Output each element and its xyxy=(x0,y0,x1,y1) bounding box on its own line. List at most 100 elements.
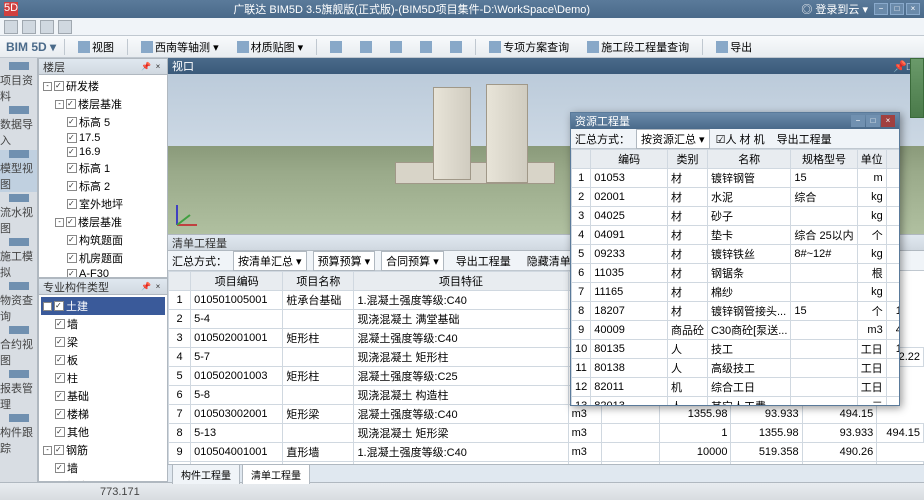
tree-row[interactable]: 板 xyxy=(41,351,165,369)
floors-tree[interactable]: -研发楼-楼层基准标高 517.516.9标高 1标高 2室外地坪-楼层基准构筑… xyxy=(39,75,167,277)
checkbox[interactable] xyxy=(55,391,65,401)
res-filter[interactable]: ☑人 材 机 xyxy=(716,131,765,147)
tree-row[interactable]: 机房题面 xyxy=(41,249,165,267)
nav-item[interactable]: 物资查询 xyxy=(0,282,37,324)
table-row[interactable]: 7010503002001矩形梁混凝土强度等级:C40m31355.9893.9… xyxy=(169,405,924,424)
plan-query-button[interactable]: 专项方案查询 xyxy=(484,36,574,58)
tree-row[interactable]: 16.9 xyxy=(41,145,165,159)
tree-row[interactable]: 构筑题面 xyxy=(41,231,165,249)
checkbox[interactable] xyxy=(66,217,76,227)
col-header[interactable]: 类别 xyxy=(667,150,707,169)
checkbox[interactable] xyxy=(54,445,64,455)
checkbox[interactable] xyxy=(67,181,77,191)
checkbox[interactable] xyxy=(55,463,65,473)
tree-row[interactable]: -钢筋 xyxy=(41,441,165,459)
tree-row[interactable]: -楼层基准 xyxy=(41,95,165,113)
qty-dd2[interactable]: 预算预算 ▾ xyxy=(313,251,376,271)
right-side-tab[interactable] xyxy=(910,58,924,118)
tool-1[interactable] xyxy=(325,38,347,56)
checkbox[interactable] xyxy=(67,147,77,157)
panel-pin-icon[interactable]: 📌 xyxy=(141,62,151,72)
col-header[interactable]: 工程量 xyxy=(886,150,899,169)
tree-row[interactable]: 楼梯 xyxy=(41,405,165,423)
table-row[interactable]: 304025材砂子kg683.0440.0427.32 xyxy=(572,207,900,226)
nav-item[interactable]: 合约视图 xyxy=(0,326,37,368)
tree-row[interactable]: 墙 xyxy=(41,459,165,477)
view-button[interactable]: 视图 xyxy=(73,36,119,58)
checkbox[interactable] xyxy=(54,81,64,91)
table-row[interactable]: 1180138人高级技工工日14.5644806990.72 xyxy=(572,359,900,378)
tree-row[interactable]: 标高 5 xyxy=(41,113,165,131)
col-header[interactable]: 单位 xyxy=(857,150,886,169)
checkbox[interactable] xyxy=(67,133,77,143)
table-row[interactable]: 1382013人其它人工费元67.628167.63 xyxy=(572,397,900,406)
tree-row[interactable]: 梁 xyxy=(41,333,165,351)
table-row[interactable]: 85-13现浇混凝土 矩形梁m311355.9893.933494.15 xyxy=(169,424,924,443)
bottom-tab[interactable]: 清单工程量 xyxy=(242,464,310,484)
table-row[interactable]: 101053材镀锌钢管15m862.2593.993440.41 xyxy=(572,169,900,188)
checkbox[interactable] xyxy=(67,269,77,277)
col-header[interactable]: 规格型号 xyxy=(791,150,857,169)
resource-grid[interactable]: 编码类别名称规格型号单位工程量单价合价(元)101053材镀锌钢管15m862.… xyxy=(571,149,899,405)
col-header[interactable] xyxy=(572,150,591,169)
fw-min-icon[interactable]: − xyxy=(851,115,865,127)
tool-2[interactable] xyxy=(355,38,377,56)
checkbox[interactable] xyxy=(67,117,77,127)
res-export-button[interactable]: 导出工程量 xyxy=(771,130,836,148)
table-row[interactable]: 711165材棉纱kg19.4434.6790.8 xyxy=(572,283,900,302)
export-button[interactable]: 导出 xyxy=(711,36,757,58)
checkbox[interactable] xyxy=(67,235,77,245)
tree-row[interactable]: 门窗洞 xyxy=(41,477,165,481)
nav-item[interactable]: 数据导入 xyxy=(0,106,37,148)
checkbox[interactable] xyxy=(67,163,77,173)
cloud-login[interactable]: ◎ 登录到云 ▾ xyxy=(801,1,868,17)
expand-icon[interactable]: - xyxy=(43,446,52,455)
checkbox[interactable] xyxy=(55,427,65,437)
checkbox[interactable] xyxy=(54,301,64,311)
table-row[interactable]: 9010504001001直形墙1.混凝土强度等级:C40m310000519.… xyxy=(169,443,924,462)
checkbox[interactable] xyxy=(55,409,65,419)
expand-icon[interactable]: - xyxy=(55,218,64,227)
menu-icon-2[interactable] xyxy=(22,20,36,34)
table-row[interactable]: 940009商品砼C30商砼[泵送...m34831.7134101981002… xyxy=(572,321,900,340)
table-row[interactable]: 202001材水泥综合kg113.2770.3741.91 xyxy=(572,188,900,207)
fw-max-icon[interactable]: □ xyxy=(866,115,880,127)
tree-row[interactable]: 标高 1 xyxy=(41,159,165,177)
tree-row[interactable]: -土建 xyxy=(41,297,165,315)
bottom-tab[interactable]: 构件工程量 xyxy=(172,464,240,484)
col-header[interactable]: 名称 xyxy=(707,150,790,169)
tree-row[interactable]: 墙 xyxy=(41,315,165,333)
menu-icon-4[interactable] xyxy=(58,20,72,34)
tree-row[interactable]: A-F30 xyxy=(41,267,165,277)
col-header[interactable]: 项目编码 xyxy=(191,272,283,291)
tool-5[interactable] xyxy=(445,38,467,56)
res-dd[interactable]: 按资源汇总 ▾ xyxy=(636,129,710,149)
checkbox[interactable] xyxy=(55,319,65,329)
checkbox[interactable] xyxy=(55,355,65,365)
checkbox[interactable] xyxy=(67,199,77,209)
expand-icon[interactable]: - xyxy=(55,100,64,109)
panel-pin-icon[interactable]: 📌 xyxy=(893,61,907,73)
nav-item[interactable]: 模型视图 xyxy=(0,150,37,192)
tree-row[interactable]: 室外地坪 xyxy=(41,195,165,213)
panel-close-icon[interactable]: × xyxy=(153,282,163,292)
nav-item[interactable]: 施工模拟 xyxy=(0,238,37,280)
col-header[interactable]: 编码 xyxy=(591,150,668,169)
tree-row[interactable]: 17.5 xyxy=(41,131,165,145)
table-row[interactable]: 509233材镀锌铁丝8#~12#kg11.8353.8545.56 xyxy=(572,245,900,264)
tree-row[interactable]: 柱 xyxy=(41,369,165,387)
fw-close-icon[interactable]: × xyxy=(881,115,895,127)
panel-close-icon[interactable]: × xyxy=(153,62,163,72)
tree-row[interactable]: 其他 xyxy=(41,423,165,441)
nav-item[interactable]: 项目资料 xyxy=(0,62,37,104)
tree-row[interactable]: 基础 xyxy=(41,387,165,405)
table-row[interactable]: 611035材钢锯条根11.8357.386.39 xyxy=(572,264,900,283)
close-button[interactable]: × xyxy=(906,3,920,15)
table-row[interactable]: 1080135人技工工日1045.29458.5961243.77 xyxy=(572,340,900,359)
nav-item[interactable]: 流水视图 xyxy=(0,194,37,236)
types-tree[interactable]: -土建墙梁板柱基础楼梯其他-钢筋墙门窗洞梁板柱基础其他-给排水管道(水)阀门法兰… xyxy=(39,295,167,481)
nav-item[interactable]: 构件跟踪 xyxy=(0,414,37,456)
tree-row[interactable]: -楼层基准 xyxy=(41,213,165,231)
maximize-button[interactable]: □ xyxy=(890,3,904,15)
axis-dropdown[interactable]: 西南等轴测 ▾ xyxy=(136,36,224,58)
